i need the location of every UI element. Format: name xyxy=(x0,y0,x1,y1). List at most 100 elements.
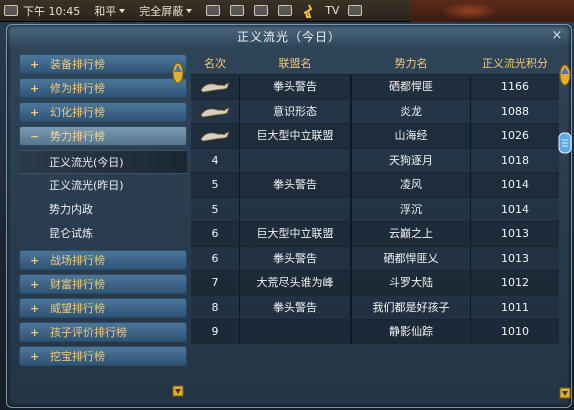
alliance-cell xyxy=(239,148,351,172)
table-scroll-down-icon[interactable] xyxy=(559,387,571,399)
table-row[interactable]: 意识形态 炎龙 1088 xyxy=(191,98,559,124)
category-item[interactable]: + 幻化排行榜 xyxy=(19,102,187,122)
category-label: 装备排行榜 xyxy=(50,58,105,71)
table-header: 名次 联盟名 势力名 正义流光积分 xyxy=(191,54,559,74)
faction-cell: 硒都悍匪乂 xyxy=(351,246,471,270)
score-cell: 1018 xyxy=(501,153,529,167)
pk-mode-label: 和平 xyxy=(94,4,117,18)
score-cell: 1013 xyxy=(501,227,529,240)
subcategory-list: 正义流光(今日) 正义流光(昨日) 势力内政 昆仑试炼 xyxy=(19,150,187,246)
score-cell: 1012 xyxy=(501,276,529,289)
rank-cell: 6 xyxy=(211,251,219,265)
category-item[interactable]: + 装备排行榜 xyxy=(19,54,187,74)
alliance-cell: 意识形态 xyxy=(239,99,351,123)
expand-icon: + xyxy=(30,253,40,267)
alliance-cell xyxy=(239,197,351,221)
category-item[interactable]: + 战场排行榜 xyxy=(19,250,187,270)
rank-badge-icon xyxy=(191,124,239,148)
faction-cell: 炎龙 xyxy=(351,99,471,123)
subcategory-item[interactable]: 势力内政 xyxy=(19,198,187,222)
expand-icon: + xyxy=(30,57,40,71)
rank-cell: 8 xyxy=(211,300,219,314)
tv-button[interactable]: TV xyxy=(325,4,339,17)
message-icon[interactable] xyxy=(278,5,293,16)
header-rank: 名次 xyxy=(204,57,226,70)
expand-icon: + xyxy=(30,277,40,291)
alliance-cell: 巨大型中立联盟 xyxy=(239,222,351,246)
clock: 下午 10:45 xyxy=(4,3,80,19)
close-button[interactable]: × xyxy=(549,28,565,44)
table-row[interactable]: 9 静影仙踪 1010 xyxy=(191,319,559,344)
sidebar-scroll-up-icon[interactable] xyxy=(172,60,184,84)
table-row[interactable]: 巨大型中立联盟 山海经 1026 xyxy=(191,123,559,148)
alliance-cell: 拳头警告 xyxy=(239,246,351,270)
subcategory-item[interactable]: 正义流光(昨日) xyxy=(19,174,187,198)
score-cell: 1014 xyxy=(501,178,529,191)
rank-cell: 6 xyxy=(211,227,219,240)
pk-mode-dropdown[interactable]: 和平 xyxy=(94,3,126,19)
chevron-down-icon xyxy=(186,8,193,13)
header-score: 正义流光积分 xyxy=(482,57,548,70)
faction-cell: 山海经 xyxy=(351,124,471,148)
faction-cell: 斗罗大陆 xyxy=(351,271,471,295)
score-cell: 1010 xyxy=(501,325,529,338)
score-cell: 1013 xyxy=(501,251,529,265)
table-body: 拳头警告 硒都悍匪 1166 意识形态 炎龙 1088 巨大型中立联盟 山海经 1026 4 天狗逐… xyxy=(191,74,559,344)
table-row[interactable]: 8 拳头警告 我们都是好孩子 1011 xyxy=(191,294,559,319)
alliance-cell: 大荒尽头谁为峰 xyxy=(239,271,351,295)
expand-icon: + xyxy=(30,349,40,363)
alliance-cell xyxy=(239,320,351,344)
faction-cell: 天狗逐月 xyxy=(351,148,471,172)
table-row[interactable]: 7 大荒尽头谁为峰 斗罗大陆 1012 xyxy=(191,270,559,295)
table-row[interactable]: 拳头警告 硒都悍匪 1166 xyxy=(191,74,559,99)
faction-cell: 我们都是好孩子 xyxy=(351,295,471,319)
header-faction: 势力名 xyxy=(394,57,428,70)
category-label: 挖宝排行榜 xyxy=(50,350,105,363)
category-faction[interactable]: − 势力排行榜 xyxy=(19,126,187,146)
category-item[interactable]: + 威望排行榜 xyxy=(19,298,187,318)
chevron-down-icon xyxy=(119,8,126,13)
rank-cell: 4 xyxy=(211,153,219,167)
category-label: 修为排行榜 xyxy=(50,82,105,95)
category-item[interactable]: + 财富排行榜 xyxy=(19,274,187,294)
sidebar-scroll-down-icon[interactable] xyxy=(172,385,184,397)
category-label: 财富排行榜 xyxy=(50,278,105,291)
expand-icon: + xyxy=(30,325,40,339)
expand-icon: + xyxy=(30,301,40,315)
header-alliance: 联盟名 xyxy=(278,57,312,70)
table-scroll-up-icon[interactable] xyxy=(559,62,571,86)
collapse-icon: − xyxy=(30,129,40,143)
status-bar: 下午 10:45 和平 完全屏蔽 TV xyxy=(0,0,574,22)
category-label: 威望排行榜 xyxy=(50,302,105,315)
table-row[interactable]: 5 浮沉 1014 xyxy=(191,196,559,221)
rank-badge-icon xyxy=(191,100,239,124)
faction-cell: 浮沉 xyxy=(351,197,471,221)
chat-icon[interactable] xyxy=(254,5,269,16)
category-sidebar: + 装备排行榜 + 修为排行榜 + 幻化排行榜 − 势力排行榜 正义流光(今日) 正义流光(… xyxy=(19,54,187,398)
alliance-cell: 拳头警告 xyxy=(239,75,351,99)
subcategory-item[interactable]: 昆仑试炼 xyxy=(19,222,187,246)
faction-cell: 硒都悍匪 xyxy=(351,75,471,99)
game-screen: 下午 10:45 和平 完全屏蔽 TV 正义流光（今日） × + 装备排行榜 +… xyxy=(0,0,574,410)
category-item[interactable]: + 挖宝排行榜 xyxy=(19,346,187,366)
category-item[interactable]: + 修为排行榜 xyxy=(19,78,187,98)
table-row[interactable]: 5 拳头警告 凌风 1014 xyxy=(191,172,559,197)
category-item[interactable]: + 孩子评价排行榜 xyxy=(19,322,187,342)
figure-icon[interactable] xyxy=(302,4,316,18)
score-cell: 1088 xyxy=(501,104,529,118)
camera-icon[interactable] xyxy=(230,5,245,16)
table-row[interactable]: 6 巨大型中立联盟 云巅之上 1013 xyxy=(191,221,559,246)
faction-cell: 静影仙踪 xyxy=(351,320,471,344)
expand-icon: + xyxy=(30,81,40,95)
table-row[interactable]: 6 拳头警告 硒都悍匪乂 1013 xyxy=(191,245,559,270)
table-row[interactable]: 4 天狗逐月 1018 xyxy=(191,147,559,172)
subcategory-item[interactable]: 正义流光(今日) xyxy=(19,150,187,174)
time-label: 下午 10:45 xyxy=(23,4,81,18)
grid-icon[interactable] xyxy=(348,5,363,16)
ranking-panel: 正义流光（今日） × + 装备排行榜 + 修为排行榜 + 幻化排行榜 − 势力排行榜 正义… xyxy=(6,24,572,408)
panel-title: 正义流光（今日） xyxy=(236,30,341,44)
shield-dropdown[interactable]: 完全屏蔽 xyxy=(139,3,193,19)
faction-cell: 凌风 xyxy=(351,173,471,197)
keyboard-icon[interactable] xyxy=(206,5,221,16)
table-scroll-thumb[interactable] xyxy=(558,132,572,154)
